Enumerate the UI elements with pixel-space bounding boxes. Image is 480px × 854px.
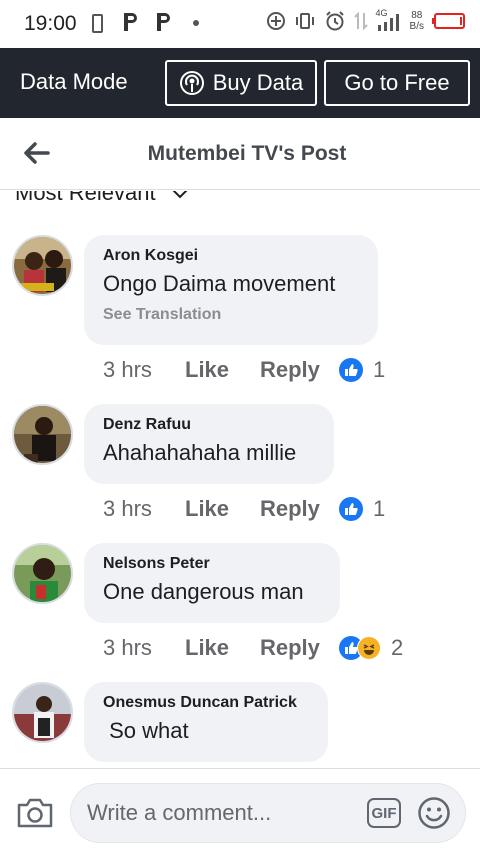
notification-p-icon xyxy=(122,11,138,38)
chevron-down-icon xyxy=(172,191,188,199)
gif-button[interactable]: GIF xyxy=(367,798,401,828)
comment-author[interactable]: Onesmus Duncan Patrick xyxy=(103,694,308,712)
comment-time: 3 hrs xyxy=(103,496,152,521)
comment-actions: 3 hrs Like Reply 2 xyxy=(103,635,403,661)
like-reaction-icon xyxy=(339,358,363,382)
alarm-icon xyxy=(325,11,344,31)
comment-time: 3 hrs xyxy=(103,635,152,660)
phone-outline-icon xyxy=(92,14,103,33)
comment-bubble: Denz Rafuu Ahahahahaha millie xyxy=(84,404,334,484)
comment-time: 3 hrs xyxy=(103,357,152,382)
reactions-summary[interactable]: 1 xyxy=(339,357,385,383)
data-arrows-icon xyxy=(353,11,368,31)
data-mode-bar: Data Mode Buy Data Go to Free xyxy=(0,48,480,118)
comment-text: One dangerous man xyxy=(103,579,304,604)
like-button[interactable]: Like xyxy=(185,635,229,661)
avatar[interactable] xyxy=(12,543,73,604)
reply-button[interactable]: Reply xyxy=(260,357,320,383)
comment-bubble: Nelsons Peter One dangerous man xyxy=(84,543,340,623)
avatar[interactable] xyxy=(12,682,73,743)
more-notifications-dot-icon xyxy=(193,20,199,26)
reaction-count: 1 xyxy=(373,357,386,382)
avatar[interactable] xyxy=(12,235,73,296)
buy-data-label: Buy Data xyxy=(212,70,304,95)
status-bar: 19:00 4G 88 B/s xyxy=(0,0,480,48)
data-saver-icon xyxy=(266,12,285,30)
comment-author[interactable]: Aron Kosgei xyxy=(103,247,358,265)
reply-button[interactable]: Reply xyxy=(260,496,320,522)
comment-text: Ongo Daima movement xyxy=(103,271,336,296)
broadcast-icon xyxy=(179,71,204,95)
reactions-summary[interactable]: 1 xyxy=(339,496,385,522)
vibrate-icon xyxy=(295,13,314,29)
data-mode-title: Data Mode xyxy=(20,69,128,94)
signal-icon: 4G xyxy=(376,8,402,32)
comment-text: So what xyxy=(103,718,189,743)
comment-actions: 3 hrs Like Reply 1 xyxy=(103,496,385,522)
see-translation-link[interactable]: See Translation xyxy=(103,306,358,324)
speed-unit: B/s xyxy=(409,21,424,32)
avatar[interactable] xyxy=(12,404,73,465)
sort-dropdown[interactable]: Most Relevant xyxy=(15,191,190,206)
status-right: 4G 88 B/s xyxy=(266,8,468,32)
emoji-icon[interactable] xyxy=(417,796,451,830)
comment-author[interactable]: Nelsons Peter xyxy=(103,555,320,573)
haha-reaction-icon xyxy=(357,636,381,660)
go-to-free-label: Go to Free xyxy=(344,70,450,95)
page-title: Mutembei TV's Post xyxy=(147,142,347,165)
reaction-count: 2 xyxy=(391,635,404,660)
sort-label: Most Relevant xyxy=(15,191,156,205)
post-header: Mutembei TV's Post xyxy=(0,118,480,190)
comment-actions: 3 hrs Like Reply 1 xyxy=(103,357,385,383)
comments-list[interactable]: Most Relevant Aron Kosgei Ongo Daima mov… xyxy=(0,191,480,768)
comment-bubble: Onesmus Duncan Patrick So what xyxy=(84,682,328,762)
battery-low-icon xyxy=(432,13,465,29)
like-button[interactable]: Like xyxy=(185,496,229,522)
comment-input[interactable] xyxy=(87,798,347,828)
reply-button[interactable]: Reply xyxy=(260,635,320,661)
comment-bubble: Aron Kosgei Ongo Daima movement See Tran… xyxy=(84,235,378,345)
status-time: 19:00 xyxy=(24,12,77,35)
comment-author[interactable]: Denz Rafuu xyxy=(103,416,314,434)
notification-p-icon xyxy=(155,11,171,38)
buy-data-button[interactable]: Buy Data xyxy=(165,60,317,106)
like-button[interactable]: Like xyxy=(185,357,229,383)
speed-value: 88 xyxy=(411,10,423,21)
comment-composer: GIF xyxy=(0,768,480,854)
reaction-count: 1 xyxy=(373,496,386,521)
comment-input-box[interactable]: GIF xyxy=(70,783,466,843)
reactions-summary[interactable]: 2 xyxy=(339,635,403,661)
camera-icon[interactable] xyxy=(16,797,54,829)
like-reaction-icon xyxy=(339,497,363,521)
go-to-free-button[interactable]: Go to Free xyxy=(324,60,470,106)
comment-text: Ahahahahaha millie xyxy=(103,440,297,465)
network-speed: 88 B/s xyxy=(410,10,424,32)
